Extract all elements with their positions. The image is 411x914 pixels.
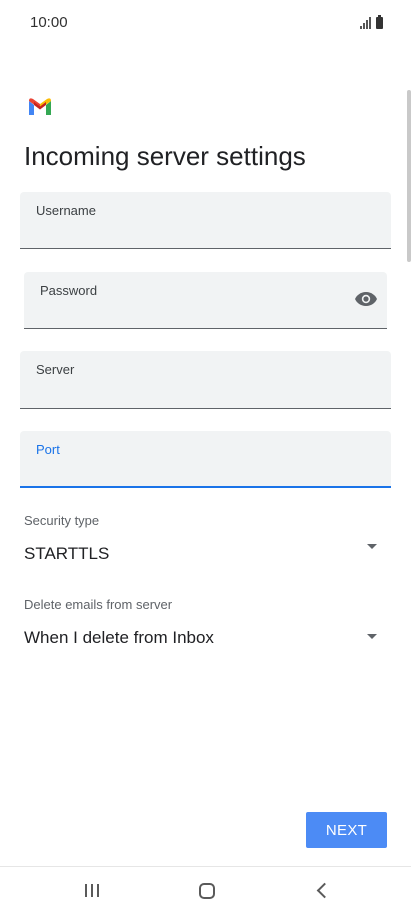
recents-icon — [85, 884, 99, 897]
chevron-down-icon — [367, 634, 377, 639]
port-input[interactable] — [36, 461, 347, 483]
status-bar: 10:00 — [0, 0, 411, 46]
password-field[interactable]: Password — [24, 272, 387, 329]
back-icon — [316, 882, 332, 899]
next-button[interactable]: NEXT — [306, 812, 387, 848]
battery-icon — [376, 15, 383, 29]
security-type-value: STARTTLS — [24, 544, 110, 563]
chevron-down-icon — [367, 544, 377, 549]
password-label: Password — [40, 283, 98, 298]
delete-emails-label: Delete emails from server — [24, 597, 173, 612]
gmail-logo — [29, 98, 51, 115]
home-button[interactable] — [177, 867, 237, 914]
username-input[interactable] — [36, 222, 347, 244]
navigation-bar — [0, 866, 411, 914]
username-field[interactable]: Username — [20, 192, 391, 249]
recents-button[interactable] — [62, 867, 122, 914]
back-button[interactable] — [292, 867, 352, 914]
home-icon — [199, 882, 215, 899]
port-field[interactable]: Port — [20, 431, 391, 488]
server-label: Server — [36, 362, 75, 377]
status-time: 10:00 — [30, 14, 68, 31]
eye-icon[interactable] — [354, 291, 378, 307]
security-type-dropdown[interactable]: STARTTLS — [20, 536, 391, 570]
password-input[interactable] — [40, 302, 343, 324]
scrollbar[interactable] — [407, 90, 411, 262]
username-label: Username — [36, 203, 96, 218]
server-field[interactable]: Server — [20, 351, 391, 409]
port-label: Port — [36, 442, 60, 457]
status-icons — [360, 15, 383, 29]
delete-emails-dropdown[interactable]: When I delete from Inbox — [20, 620, 391, 654]
security-type-label: Security type — [24, 513, 100, 528]
signal-icon — [360, 17, 371, 29]
page-title: Incoming server settings — [24, 141, 306, 171]
delete-emails-value: When I delete from Inbox — [24, 628, 214, 647]
server-input[interactable] — [36, 381, 347, 403]
